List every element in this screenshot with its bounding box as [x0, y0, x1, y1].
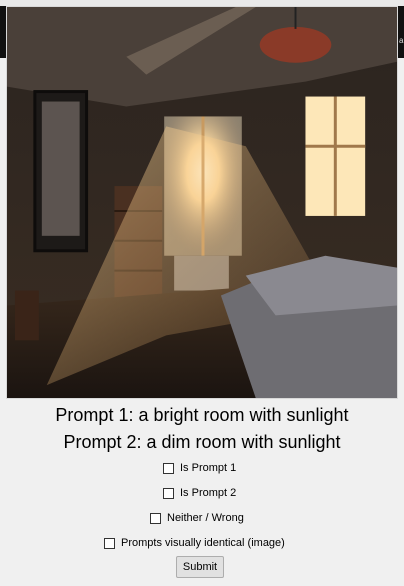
- option-is-prompt-2[interactable]: Is Prompt 2: [163, 484, 236, 502]
- room-image-illustration: [7, 7, 397, 398]
- submit-button[interactable]: Submit: [176, 556, 224, 578]
- is-prompt-1-checkbox[interactable]: [163, 462, 174, 474]
- background-strip-right: [398, 6, 404, 58]
- option-is-prompt-1[interactable]: Is Prompt 1: [163, 459, 236, 477]
- visually-identical-label: Prompts visually identical (image): [121, 537, 285, 549]
- prompt-1-text: Prompt 1: a bright room with sunlight: [55, 405, 349, 425]
- option-visually-identical[interactable]: Prompts visually identical (image): [104, 534, 285, 552]
- is-prompt-2-checkbox[interactable]: [163, 487, 174, 499]
- is-prompt-1-label: Is Prompt 1: [180, 462, 237, 474]
- neither-wrong-label: Neither / Wrong: [167, 512, 244, 524]
- visually-identical-checkbox[interactable]: [104, 537, 115, 549]
- option-neither-wrong[interactable]: Neither / Wrong: [150, 509, 244, 527]
- app-window: a Prompt 1: a bright room with sunlight …: [0, 0, 404, 586]
- edge-text: a: [399, 36, 404, 45]
- generated-image: [6, 6, 398, 399]
- prompt-2-text: Prompt 2: a dim room with sunlight: [63, 432, 341, 452]
- neither-wrong-checkbox[interactable]: [150, 512, 161, 524]
- is-prompt-2-label: Is Prompt 2: [180, 487, 237, 499]
